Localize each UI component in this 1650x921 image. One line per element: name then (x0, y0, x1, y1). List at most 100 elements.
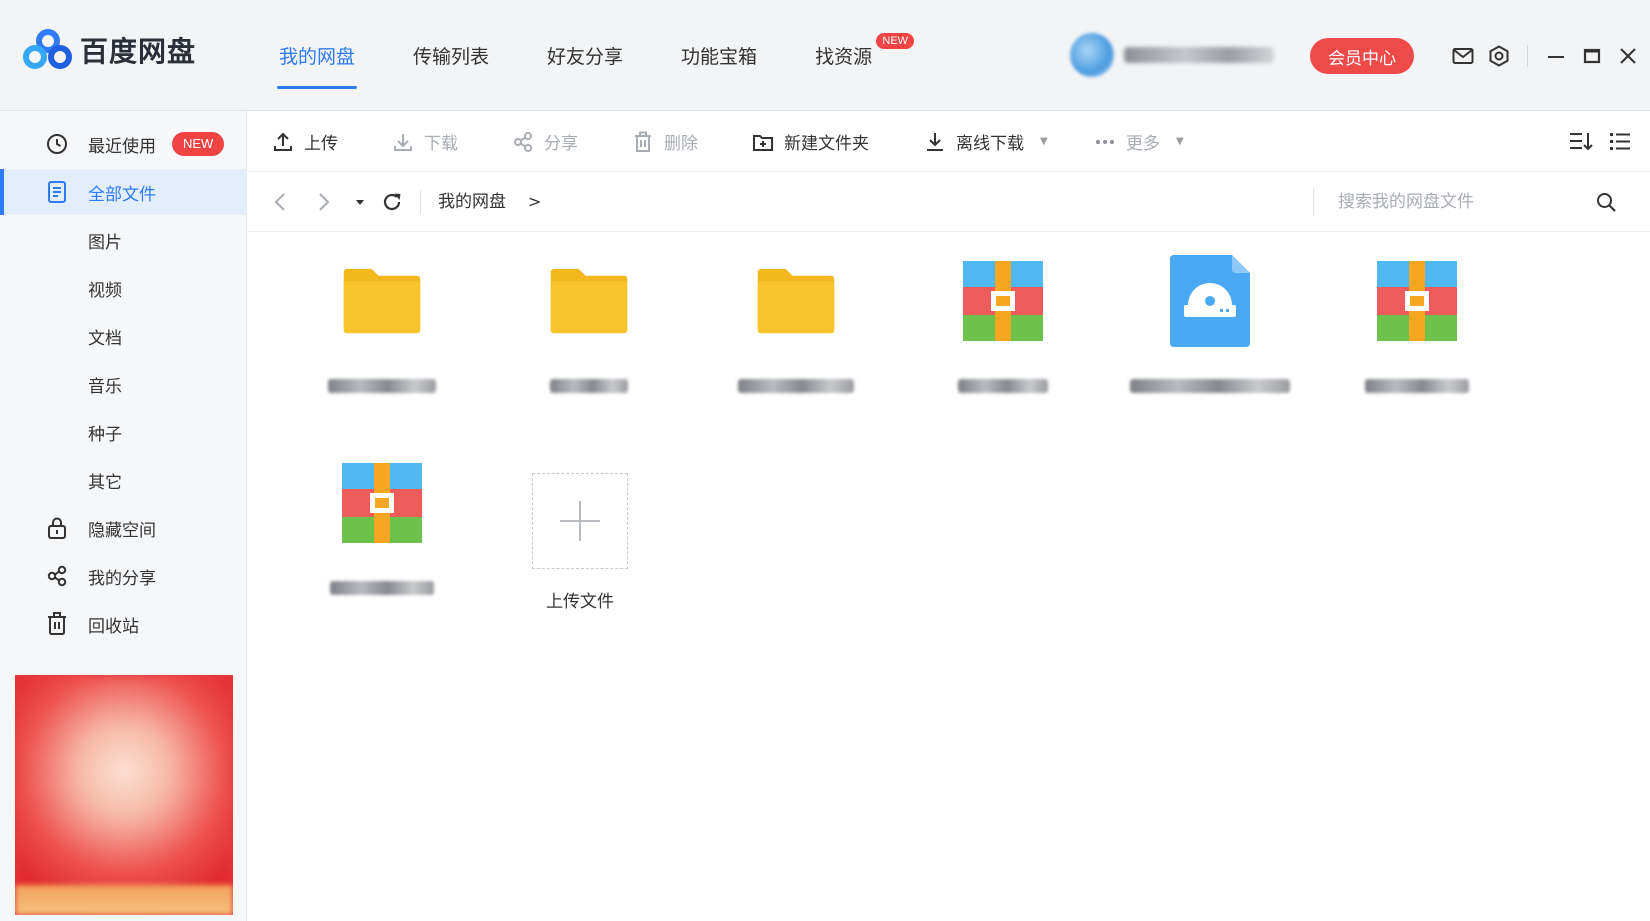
folder-icon (549, 261, 629, 341)
sidebar-item-videos[interactable]: 视频 (0, 265, 247, 311)
sidebar-item-recent[interactable]: 最近使用 NEW (0, 121, 247, 167)
sidebar-item-label: 最近使用 (88, 136, 156, 157)
address-bar: 我的网盘 > (248, 172, 1650, 232)
file-name-redacted (302, 379, 462, 393)
file-item-disc-image[interactable] (1120, 233, 1300, 403)
share-icon (45, 564, 69, 588)
file-name-redacted (1130, 379, 1290, 393)
sidebar: 最近使用 NEW 全部文件 图片 视频 文档 音乐 种子 其它 隐藏空间 我的分… (0, 111, 247, 921)
file-name-redacted (509, 379, 669, 393)
disc-image-icon (1170, 255, 1250, 347)
app-name: 百度网盘 (80, 35, 197, 68)
tab-label: 我的网盘 (279, 46, 356, 68)
sidebar-item-hidden-space[interactable]: 隐藏空间 (0, 505, 247, 551)
sidebar-item-torrents[interactable]: 种子 (0, 409, 247, 455)
avatar[interactable] (1070, 33, 1114, 77)
forward-icon[interactable] (312, 190, 336, 214)
sidebar-item-documents[interactable]: 文档 (0, 313, 247, 359)
archive-icon (963, 261, 1043, 341)
new-badge: NEW (876, 33, 915, 49)
trash-icon (635, 131, 651, 152)
upload-button[interactable]: 上传 (272, 111, 338, 172)
user-profile[interactable] (1070, 30, 1274, 80)
sidebar-item-images[interactable]: 图片 (0, 217, 247, 263)
folder-icon (756, 261, 836, 341)
offline-download-icon (927, 132, 943, 151)
file-grid: 上传文件 (248, 233, 1650, 921)
file-item-archive[interactable] (913, 233, 1093, 403)
file-name-redacted (1337, 379, 1497, 393)
share-button[interactable]: 分享 (512, 111, 578, 172)
back-icon[interactable] (268, 190, 292, 214)
upload-file-label[interactable]: 上传文件 (500, 587, 660, 612)
minimize-icon[interactable] (1538, 38, 1574, 74)
app-logo[interactable]: 百度网盘 (22, 28, 196, 72)
sidebar-item-my-shares[interactable]: 我的分享 (0, 553, 247, 599)
upload-label: 上传 (304, 134, 338, 154)
more-label: 更多 (1126, 134, 1160, 154)
share-icon (514, 131, 532, 152)
file-name-redacted (716, 379, 876, 393)
new-folder-label: 新建文件夹 (784, 134, 869, 154)
sidebar-item-label: 全部文件 (88, 184, 156, 205)
delete-label: 删除 (664, 134, 698, 154)
sidebar-item-music[interactable]: 音乐 (0, 361, 247, 407)
search-input[interactable] (1338, 187, 1598, 217)
breadcrumb-my-disk[interactable]: 我的网盘 (438, 190, 506, 214)
file-item-folder[interactable] (292, 233, 472, 403)
sidebar-item-other[interactable]: 其它 (0, 457, 247, 503)
promo-image-blurred (15, 675, 233, 915)
sidebar-item-all-files[interactable]: 全部文件 (0, 169, 247, 215)
sidebar-item-label: 图片 (88, 232, 122, 253)
sidebar-item-label: 我的分享 (88, 568, 156, 589)
more-button[interactable]: 更多 ▼ (1094, 111, 1184, 172)
download-button[interactable]: 下载 (392, 111, 458, 172)
file-name-redacted (923, 379, 1083, 393)
file-item-folder[interactable] (706, 233, 886, 403)
tab-friend-share[interactable]: 好友分享 (523, 0, 647, 111)
file-item-archive[interactable] (292, 435, 472, 605)
promo-banner[interactable] (15, 675, 233, 915)
file-item-folder[interactable] (499, 233, 679, 403)
folder-icon (342, 261, 422, 341)
new-folder-button[interactable]: 新建文件夹 (752, 111, 869, 172)
username-redacted (1124, 47, 1274, 63)
file-name-redacted (302, 581, 462, 595)
chevron-down-icon: ▼ (1040, 136, 1048, 147)
toolbar: 上传 下载 分享 删除 新建文件夹 离线下载 ▼ 更多 ▼ (248, 111, 1650, 172)
sidebar-item-label: 文档 (88, 328, 122, 349)
tab-my-disk[interactable]: 我的网盘 (255, 0, 379, 111)
sidebar-item-label: 隐藏空间 (88, 520, 156, 541)
search-icon[interactable] (1594, 190, 1618, 214)
delete-button[interactable]: 删除 (632, 111, 698, 172)
title-bar: 百度网盘 我的网盘 传输列表 好友分享 功能宝箱 找资源 NEW 会员中心 (0, 0, 1650, 111)
file-item-archive[interactable] (1327, 233, 1507, 403)
sidebar-item-recycle-bin[interactable]: 回收站 (0, 601, 247, 647)
settings-icon[interactable] (1481, 38, 1517, 74)
offline-download-button[interactable]: 离线下载 ▼ (924, 111, 1048, 172)
offline-download-label: 离线下载 (956, 134, 1024, 154)
breadcrumb-separator: > (528, 192, 542, 211)
divider (1313, 188, 1314, 216)
archive-icon (1377, 261, 1457, 341)
sidebar-item-label: 回收站 (88, 616, 139, 637)
refresh-icon[interactable] (380, 190, 404, 214)
tab-transfer-list[interactable]: 传输列表 (389, 0, 513, 111)
tab-toolbox[interactable]: 功能宝箱 (657, 0, 781, 111)
tab-label: 传输列表 (413, 46, 490, 68)
maximize-icon[interactable] (1574, 38, 1610, 74)
chevron-down-icon: ▼ (1176, 136, 1184, 147)
baidu-cloud-logo-icon (23, 29, 72, 69)
list-view-icon[interactable] (1608, 129, 1632, 153)
upload-file-tile[interactable] (532, 473, 628, 569)
mail-icon[interactable] (1445, 38, 1481, 74)
vip-center-button[interactable]: 会员中心 (1310, 38, 1414, 74)
sidebar-item-label: 音乐 (88, 376, 122, 397)
tab-find-resources[interactable]: 找资源 NEW (791, 0, 915, 111)
close-icon[interactable] (1610, 38, 1646, 74)
sort-icon[interactable] (1568, 129, 1594, 153)
archive-icon (342, 463, 422, 543)
history-dropdown-icon[interactable] (348, 190, 372, 214)
window-controls (1445, 38, 1646, 74)
more-icon (1096, 139, 1114, 144)
